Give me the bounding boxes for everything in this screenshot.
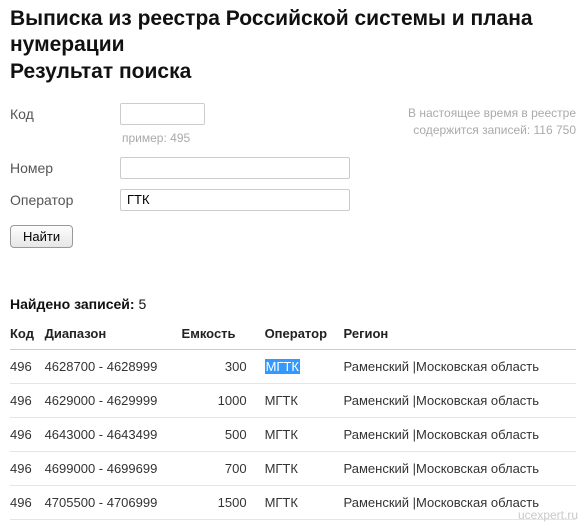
code-label: Код (10, 106, 120, 122)
table-row: 4964628700 - 4628999300МГТК Раменский |Мо… (10, 349, 576, 383)
cell-operator: МГТК (265, 383, 344, 417)
col-range: Диапазон (45, 318, 182, 350)
cell-operator: МГТК (265, 349, 344, 383)
results-count-label: Найдено записей: (10, 296, 135, 312)
watermark: ucexpert.ru (518, 508, 578, 522)
cell-capacity: 1000 (182, 383, 265, 417)
cell-range: 4699000 - 4699699 (45, 451, 182, 485)
results-count: Найдено записей: 5 (10, 296, 576, 312)
highlighted-text: МГТК (265, 359, 300, 374)
cell-code: 496 (10, 349, 45, 383)
cell-code: 496 (10, 451, 45, 485)
col-region: Регион (344, 318, 577, 350)
operator-label: Оператор (10, 192, 120, 208)
code-input[interactable] (120, 103, 205, 125)
table-row: 4964643000 - 4643499500МГТКРаменский |Мо… (10, 417, 576, 451)
cell-operator: МГТК (265, 485, 344, 519)
status-line-1: В настоящее время в реестре (386, 105, 576, 122)
cell-capacity: 700 (182, 451, 265, 485)
cell-range: 4705500 - 4706999 (45, 485, 182, 519)
cell-code: 496 (10, 383, 45, 417)
table-row: 4964705500 - 47069991500МГТКРаменский |М… (10, 485, 576, 519)
table-row: 4964629000 - 46299991000МГТКРаменский |М… (10, 383, 576, 417)
cell-range: 4628700 - 4628999 (45, 349, 182, 383)
cell-code: 496 (10, 417, 45, 451)
results-table: Код Диапазон Емкость Оператор Регион 496… (10, 318, 576, 520)
cell-region: Раменский |Московская область (344, 383, 577, 417)
cell-region: Раменский |Московская область (344, 417, 577, 451)
cell-operator: МГТК (265, 451, 344, 485)
title-line-2: Результат поиска (10, 60, 191, 83)
operator-input[interactable] (120, 189, 350, 211)
cell-capacity: 1500 (182, 485, 265, 519)
results-count-value: 5 (138, 296, 146, 312)
cell-code: 496 (10, 485, 45, 519)
number-label: Номер (10, 160, 120, 176)
table-row: 4964699000 - 4699699700МГТКРаменский |Мо… (10, 451, 576, 485)
registry-status: В настоящее время в реестре содержится з… (386, 103, 576, 139)
cell-region: Раменский |Московская область (344, 349, 577, 383)
cell-range: 4629000 - 4629999 (45, 383, 182, 417)
search-button[interactable]: Найти (10, 225, 73, 248)
cell-region: Раменский |Московская область (344, 451, 577, 485)
col-operator: Оператор (265, 318, 344, 350)
status-line-2: содержится записей: 116 750 (386, 122, 576, 139)
table-header-row: Код Диапазон Емкость Оператор Регион (10, 318, 576, 350)
cell-operator: МГТК (265, 417, 344, 451)
cell-capacity: 300 (182, 349, 265, 383)
number-input[interactable] (120, 157, 350, 179)
code-hint: пример: 495 (122, 131, 386, 145)
col-code: Код (10, 318, 45, 350)
cell-capacity: 500 (182, 417, 265, 451)
page-title: Выписка из реестра Российской системы и … (10, 6, 576, 85)
search-form: Код пример: 495 Номер Оператор Найти В н… (10, 103, 576, 248)
col-capacity: Емкость (182, 318, 265, 350)
title-line-1: Выписка из реестра Российской системы и … (10, 7, 533, 56)
cell-range: 4643000 - 4643499 (45, 417, 182, 451)
